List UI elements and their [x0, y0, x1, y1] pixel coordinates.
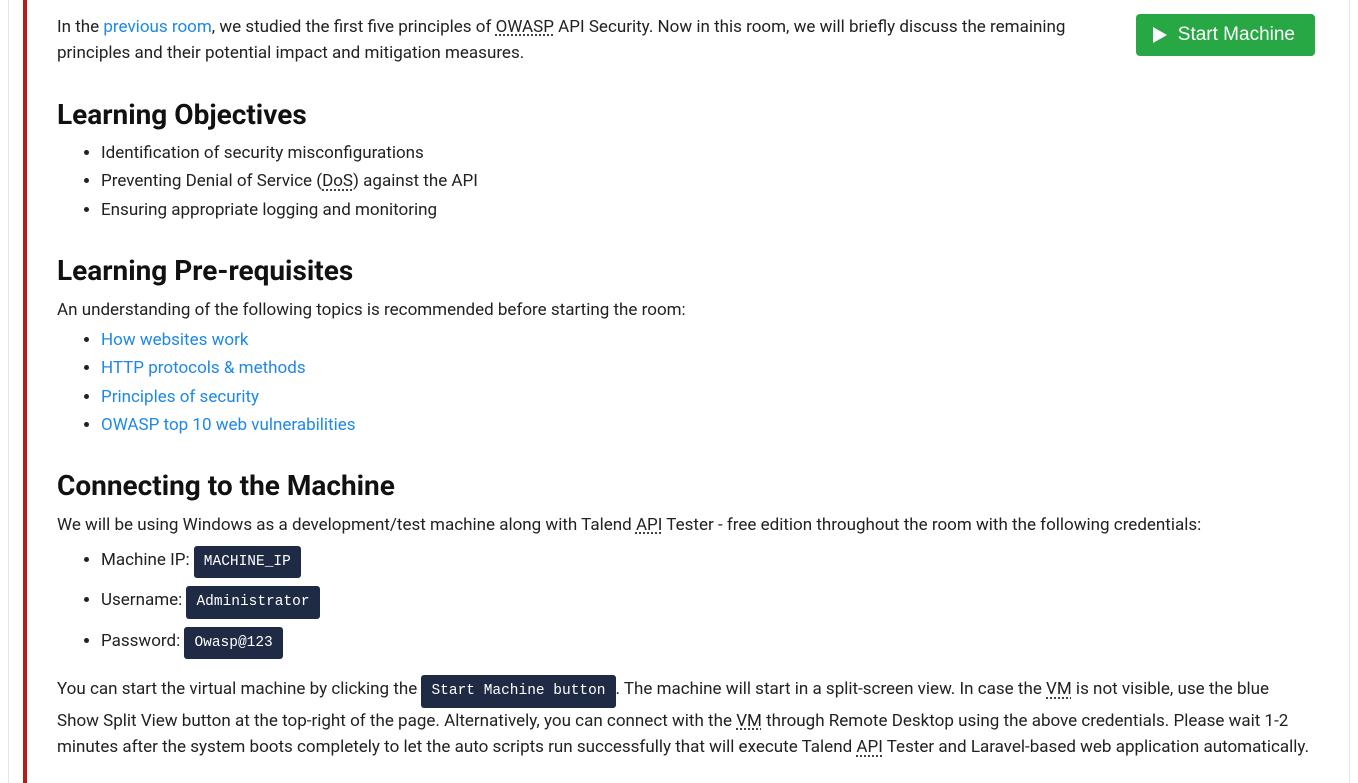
- play-icon: [1152, 26, 1168, 44]
- objectives-list: Identification of security misconfigurat…: [57, 140, 1315, 223]
- prereq-list: How websites work HTTP protocols & metho…: [57, 327, 1315, 438]
- connecting-heading: Connecting to the Machine: [57, 464, 1315, 507]
- prerequisites-heading: Learning Pre-requisites: [57, 249, 1315, 292]
- list-item: Ensuring appropriate logging and monitor…: [101, 197, 1315, 223]
- password-value: Owasp@123: [184, 627, 282, 659]
- start-machine-button[interactable]: Start Machine: [1136, 14, 1315, 56]
- vm-abbr: VM: [1046, 679, 1072, 699]
- learning-objectives-heading: Learning Objectives: [57, 93, 1315, 136]
- principles-security-link[interactable]: Principles of security: [101, 387, 259, 407]
- http-protocols-link[interactable]: HTTP protocols & methods: [101, 358, 306, 378]
- api-abbr: API: [856, 737, 882, 757]
- how-websites-work-link[interactable]: How websites work: [101, 330, 248, 350]
- list-item: Password: Owasp@123: [101, 627, 1315, 659]
- password-label: Password:: [101, 631, 184, 651]
- list-item: Identification of security misconfigurat…: [101, 140, 1315, 166]
- vm-abbr: VM: [736, 711, 762, 731]
- dos-abbr: DoS: [322, 171, 353, 191]
- credentials-list: Machine IP: MACHINE_IP Username: Adminis…: [57, 546, 1315, 659]
- list-item: Preventing Denial of Service (DoS) again…: [101, 168, 1315, 194]
- username-value: Administrator: [186, 586, 319, 618]
- owasp-abbr: OWASP: [496, 17, 554, 37]
- lesson-content: Start Machine In the previous room, we s…: [27, 0, 1349, 775]
- connect-lead: We will be using Windows as a developmen…: [57, 512, 1315, 538]
- final-paragraph: You can start the virtual machine by cli…: [57, 675, 1315, 760]
- api-abbr: API: [636, 515, 662, 535]
- owasp-top10-link[interactable]: OWASP top 10 web vulnerabilities: [101, 415, 356, 435]
- start-machine-label: Start Machine: [1178, 24, 1295, 46]
- previous-room-link[interactable]: previous room: [103, 17, 211, 37]
- list-item: How websites work: [101, 327, 1315, 353]
- list-item: OWASP top 10 web vulnerabilities: [101, 412, 1315, 438]
- machine-ip-label: Machine IP:: [101, 550, 194, 570]
- username-label: Username:: [101, 590, 186, 610]
- list-item: Machine IP: MACHINE_IP: [101, 546, 1315, 578]
- list-item: Username: Administrator: [101, 586, 1315, 618]
- machine-ip-value: MACHINE_IP: [194, 546, 301, 578]
- list-item: Principles of security: [101, 384, 1315, 410]
- start-machine-pill: Start Machine button: [421, 675, 615, 707]
- list-item: HTTP protocols & methods: [101, 355, 1315, 381]
- prereq-lead: An understanding of the following topics…: [57, 297, 1315, 323]
- intro-paragraph: In the previous room, we studied the fir…: [57, 14, 1127, 67]
